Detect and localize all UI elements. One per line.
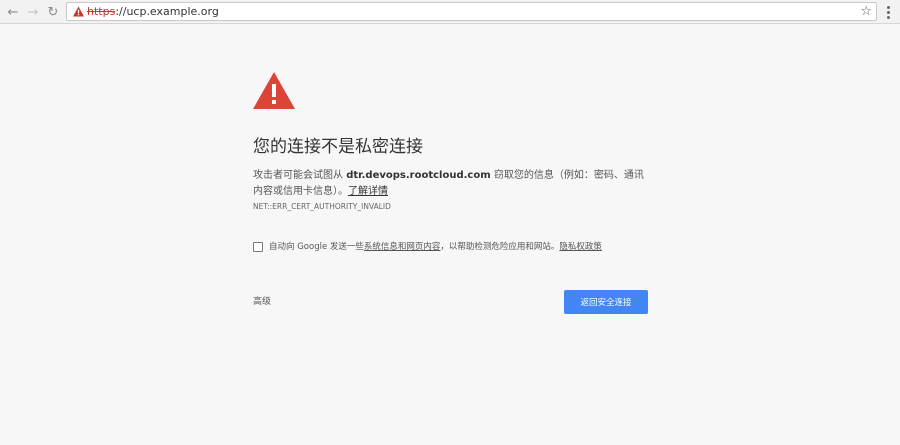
optin-text-before: 自动向 Google 发送一些 [269, 242, 364, 252]
address-bar[interactable]: https://ucp.example.org ☆ [66, 2, 877, 21]
star-icon[interactable]: ☆ [860, 4, 872, 19]
warning-triangle-icon [253, 72, 295, 109]
reload-icon: ↻ [47, 4, 59, 20]
browser-menu-button[interactable] [881, 3, 895, 21]
arrow-right-icon: → [27, 4, 39, 20]
url-scheme: https [87, 5, 116, 18]
description: 攻击者可能会试图从 dtr.devops.rootcloud.com 窃取您的信… [253, 168, 653, 200]
learn-more-link[interactable]: 了解详情 [348, 186, 388, 197]
vertical-dots-icon [886, 5, 890, 19]
advanced-button[interactable]: 高级 [253, 296, 271, 308]
system-info-link[interactable]: 系统信息和网页内容 [364, 242, 441, 252]
page-title: 您的连接不是私密连接 [253, 137, 423, 157]
back-to-safety-button[interactable]: 返回安全连接 [564, 290, 648, 314]
browser-toolbar: ← → ↻ https://ucp.example.org ☆ [0, 0, 900, 24]
url-text[interactable]: https://ucp.example.org [87, 4, 219, 19]
description-prefix: 攻击者可能会试图从 [253, 170, 343, 181]
forward-button[interactable]: → [24, 3, 42, 21]
optin-text-middle: ，以帮助检测危险应用和网站。 [440, 242, 560, 252]
optin-text: 自动向 Google 发送一些系统信息和网页内容，以帮助检测危险应用和网站。隐私… [269, 241, 602, 254]
arrow-left-icon: ← [7, 4, 19, 20]
url-separator: :// [115, 5, 127, 18]
url-host: ucp.example.org [126, 5, 219, 18]
error-code: NET::ERR_CERT_AUTHORITY_INVALID [253, 202, 391, 211]
back-button[interactable]: ← [4, 3, 22, 21]
optin-checkbox[interactable] [253, 242, 263, 252]
optin-row: 自动向 Google 发送一些系统信息和网页内容，以帮助检测危险应用和网站。隐私… [253, 241, 653, 255]
privacy-policy-link[interactable]: 隐私权政策 [559, 242, 602, 252]
target-domain: dtr.devops.rootcloud.com [346, 170, 491, 181]
reload-button[interactable]: ↻ [44, 3, 62, 21]
warning-triangle-icon[interactable] [73, 6, 84, 17]
